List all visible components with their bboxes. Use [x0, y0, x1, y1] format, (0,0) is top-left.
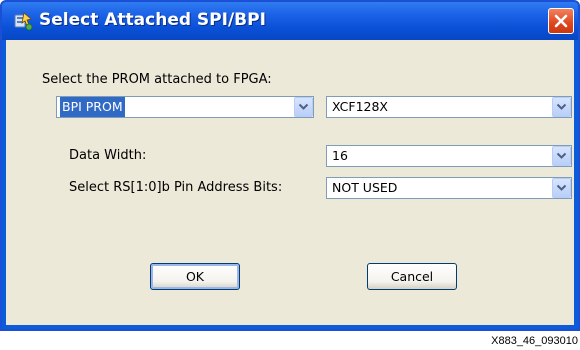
- ok-button[interactable]: OK: [150, 263, 240, 290]
- chevron-down-icon: [556, 184, 567, 191]
- rs-pins-dropdown-button[interactable]: [552, 178, 571, 198]
- chevron-down-icon: [556, 152, 567, 159]
- prom-part-value: XCF128X: [332, 99, 388, 114]
- prom-type-select[interactable]: BPI PROM: [56, 96, 314, 118]
- prom-type-dropdown-button[interactable]: [294, 97, 313, 117]
- data-width-label: Data Width:: [69, 148, 147, 163]
- rs-pins-label: Select RS[1:0]b Pin Address Bits:: [69, 180, 283, 195]
- data-width-value: 16: [332, 148, 348, 163]
- prom-part-select[interactable]: XCF128X: [326, 96, 572, 118]
- data-width-dropdown-button[interactable]: [552, 146, 571, 166]
- dialog-body: Select the PROM attached to FPGA: BPI PR…: [6, 40, 574, 325]
- rs-pins-select[interactable]: NOT USED: [326, 177, 572, 199]
- cancel-button[interactable]: Cancel: [367, 263, 457, 290]
- close-button[interactable]: [548, 8, 574, 34]
- chevron-down-icon: [556, 103, 567, 110]
- figure-id: X883_46_093010: [491, 335, 578, 347]
- prom-type-value: BPI PROM: [60, 97, 125, 117]
- app-icon: [12, 10, 34, 32]
- data-width-select[interactable]: 16: [326, 145, 572, 167]
- close-icon: [554, 14, 568, 28]
- title-bar[interactable]: Select Attached SPI/BPI: [2, 2, 578, 40]
- dialog-window: Select Attached SPI/BPI Select the PROM …: [0, 0, 580, 331]
- prom-part-dropdown-button[interactable]: [552, 97, 571, 117]
- prom-prompt-label: Select the PROM attached to FPGA:: [42, 72, 272, 87]
- rs-pins-value: NOT USED: [332, 180, 398, 195]
- window-title: Select Attached SPI/BPI: [39, 10, 266, 30]
- chevron-down-icon: [298, 103, 309, 110]
